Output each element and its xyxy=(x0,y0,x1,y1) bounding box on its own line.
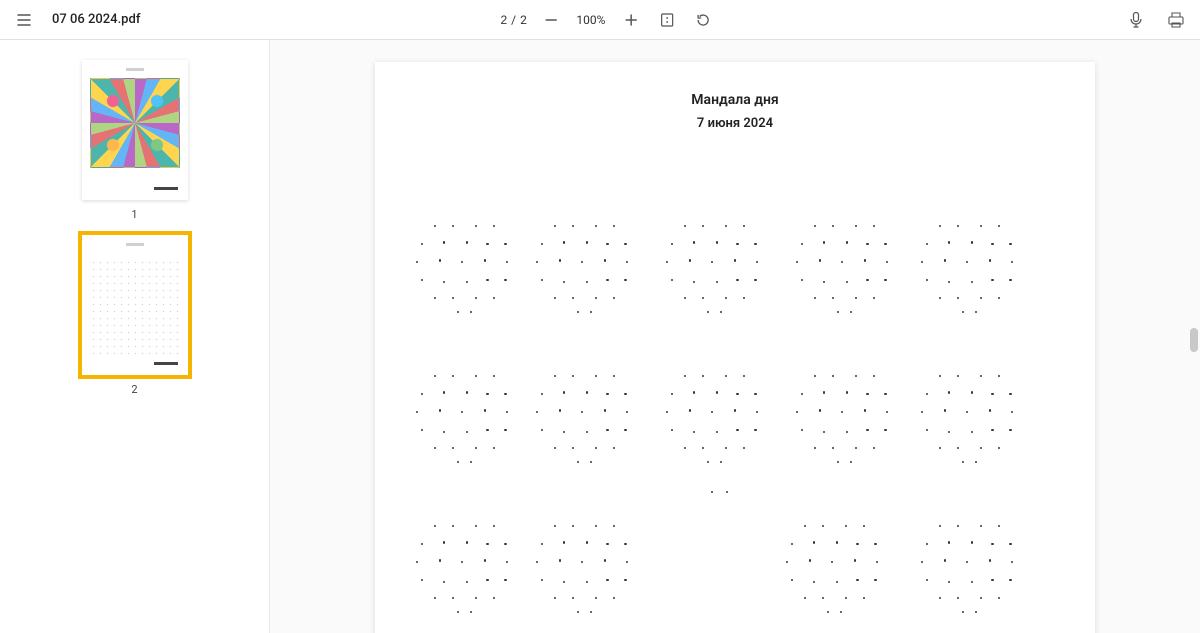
thumb-decoration xyxy=(126,243,144,246)
thumb-decoration xyxy=(154,187,178,190)
page-separator: / xyxy=(511,13,516,27)
page-indicator: / 2 xyxy=(485,13,527,27)
print-button[interactable] xyxy=(1164,8,1188,32)
thumbnail-1[interactable] xyxy=(82,60,188,200)
fit-page-button[interactable] xyxy=(655,8,679,32)
plus-icon xyxy=(624,13,638,27)
current-page-input[interactable] xyxy=(485,13,507,27)
thumb-decoration xyxy=(154,362,178,365)
thumb-preview-image xyxy=(90,78,180,168)
menu-button[interactable] xyxy=(12,8,36,32)
thumbnail-1-wrap: 1 xyxy=(0,60,269,221)
filename: 07 06 2024.pdf xyxy=(52,12,140,27)
zoom-in-button[interactable] xyxy=(619,8,643,32)
thumbnail-label: 2 xyxy=(131,383,137,396)
zoom-out-button[interactable] xyxy=(539,8,563,32)
thumbnail-2-wrap: 2 xyxy=(0,235,269,396)
zoom-level-label: 100% xyxy=(573,13,609,27)
mandala-dot-pattern xyxy=(411,201,1059,633)
thumbnail-sidebar[interactable]: 1 2 xyxy=(0,40,270,633)
rotate-icon xyxy=(695,12,711,28)
toolbar: 07 06 2024.pdf / 2 100% xyxy=(0,0,1200,40)
minus-icon xyxy=(544,13,558,27)
document-viewer[interactable]: Мандала дня 7 июня 2024 xyxy=(270,40,1200,633)
print-icon xyxy=(1167,11,1185,29)
page-subtitle: 7 июня 2024 xyxy=(375,116,1095,131)
page-content: Мандала дня 7 июня 2024 xyxy=(375,62,1095,633)
page-title: Мандала дня xyxy=(375,92,1095,108)
thumb-preview-image xyxy=(90,259,180,355)
thumbnail-label: 1 xyxy=(131,208,137,221)
fit-page-icon xyxy=(659,12,675,28)
thumbnail-2[interactable] xyxy=(82,235,188,375)
rotate-button[interactable] xyxy=(691,8,715,32)
thumb-decoration xyxy=(126,68,144,71)
microphone-icon xyxy=(1128,11,1144,29)
total-pages: 2 xyxy=(520,13,527,27)
menu-icon xyxy=(16,12,32,28)
main-area: 1 2 Мандала дня 7 июня 2024 xyxy=(0,40,1200,633)
microphone-button[interactable] xyxy=(1124,8,1148,32)
scrollbar-thumb[interactable] xyxy=(1190,328,1198,352)
